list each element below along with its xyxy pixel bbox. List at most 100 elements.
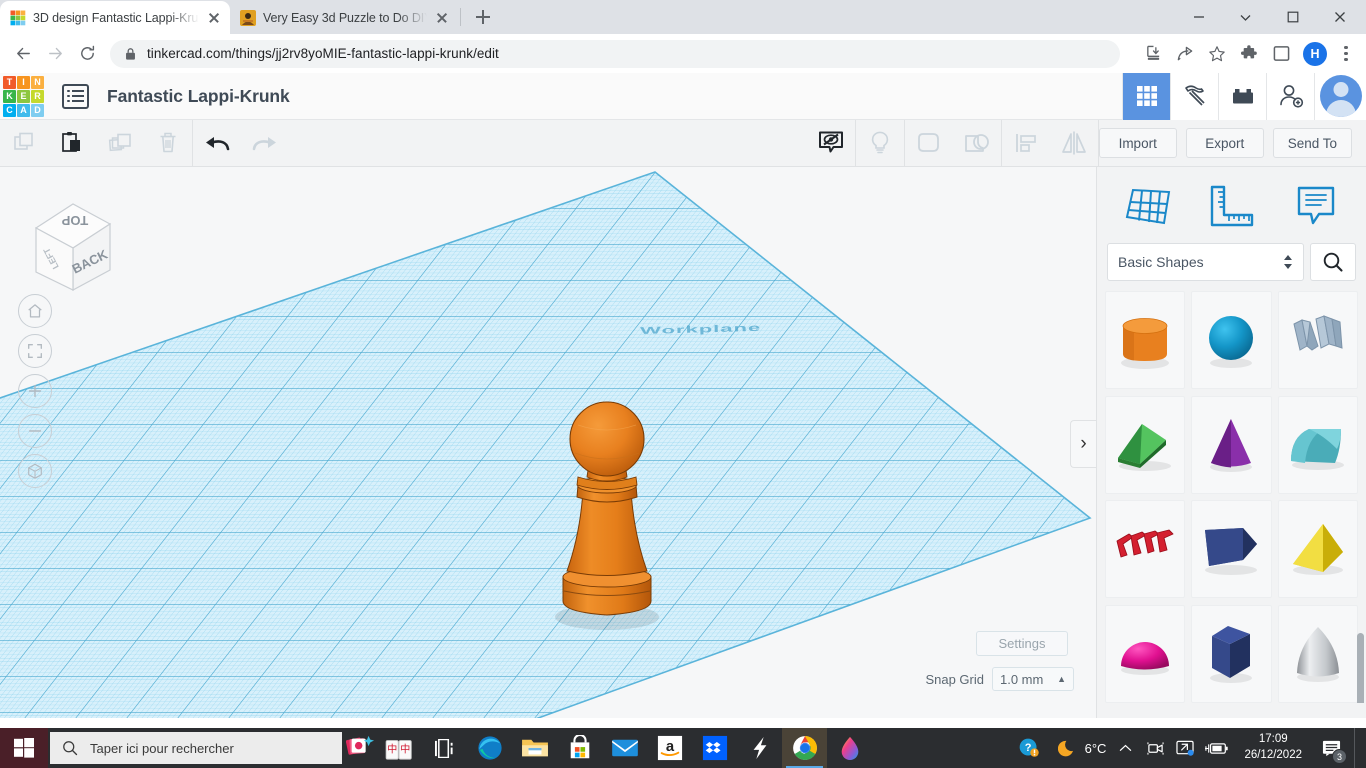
battery-charging-icon[interactable] [1204,741,1230,756]
shape-search-button[interactable] [1310,243,1356,281]
close-icon[interactable] [206,10,222,26]
screen-cast-icon[interactable] [1174,740,1196,757]
shape-paraboloid[interactable] [1277,604,1358,703]
add-person-button[interactable] [1266,72,1314,120]
bookmark-star-icon[interactable] [1202,39,1232,69]
weather-widget[interactable]: 6°C [1057,738,1106,758]
blocks-grid-button[interactable] [1122,72,1170,120]
panel-expand-button[interactable]: › [1070,420,1096,468]
show-desktop-button[interactable] [1354,728,1360,768]
webcam-icon[interactable] [1144,740,1166,757]
shape-cone[interactable] [1191,395,1272,494]
viewport-settings-button[interactable]: Settings [976,631,1068,656]
notes-tool-button[interactable] [1286,175,1346,235]
lego-brick-button[interactable] [1218,72,1266,120]
shape-text[interactable] [1105,500,1186,598]
taskbar-app-file-explorer[interactable] [512,728,557,768]
window-close-icon[interactable] [1317,0,1362,34]
start-button[interactable] [0,728,48,768]
zoom-out-button[interactable] [18,414,52,448]
project-list-icon[interactable] [62,83,89,109]
task-view-button[interactable] [422,728,467,768]
taskbar-clock[interactable]: 17:09 26/12/2022 [1238,732,1308,763]
workplane[interactable] [0,167,1096,718]
shape-scribble[interactable] [1277,291,1358,389]
paste-button[interactable] [48,120,96,167]
photos-widget-icon[interactable] [342,728,380,768]
tinkercad-toolbar: Import Export Send To [0,119,1366,167]
copy-button[interactable] [0,120,48,167]
workplane-tool-button[interactable] [1117,175,1177,235]
mirror-button[interactable] [1050,120,1098,167]
tray-overflow-button[interactable] [1114,742,1136,755]
minecraft-pickaxe-button[interactable] [1170,72,1218,120]
group-button[interactable] [905,120,953,167]
chevron-down-icon[interactable] [1223,0,1268,34]
home-view-button[interactable] [18,294,52,328]
undo-button[interactable] [193,120,241,167]
browser-menu-icon[interactable] [1334,42,1358,66]
taskbar-app-lightning[interactable] [737,728,782,768]
ruler-tool-button[interactable] [1201,175,1261,235]
taskbar-app-dropbox[interactable] [692,728,737,768]
fit-to-view-button[interactable] [18,334,52,368]
shape-library-select[interactable]: Basic Shapes [1107,243,1304,281]
tinkercad-logo-icon[interactable]: T I N K E R C A D [3,75,44,117]
sidepanel-icon[interactable] [1266,39,1296,69]
delete-button[interactable] [144,120,192,167]
taskbar-app-mail[interactable] [602,728,647,768]
ungroup-button[interactable] [953,120,1001,167]
shapes-scrollbar[interactable] [1357,633,1364,703]
help-question-icon[interactable]: ? [1014,733,1044,763]
taskbar-app-microsoft-store[interactable] [557,728,602,768]
taskbar-app-paint3d[interactable] [827,728,872,768]
export-button[interactable]: Export [1185,128,1264,158]
close-icon[interactable] [434,10,450,26]
logo-tile-n: N [31,75,44,89]
shape-box-arrow[interactable] [1191,500,1272,598]
notification-count-badge: 3 [1332,749,1347,764]
profile-avatar[interactable]: H [1303,41,1327,66]
taskbar-search-box[interactable]: Taper ici pour rechercher [50,732,342,764]
address-bar[interactable]: tinkercad.com/things/jj2rv8yoMIE-fantast… [110,39,1120,68]
maximize-icon[interactable] [1270,0,1315,34]
screen: 3D design Fantastic Lappi-Krunk Very Eas… [0,0,1366,768]
toggle-perspective-button[interactable] [18,454,52,488]
shape-half-sphere[interactable] [1105,604,1186,703]
back-arrow-icon[interactable] [8,39,38,69]
extensions-puzzle-icon[interactable] [1234,39,1264,69]
shape-cylinder[interactable] [1105,291,1186,389]
light-button[interactable] [856,120,904,167]
taskbar-app-edge[interactable] [467,728,512,768]
shape-pyramid[interactable] [1277,500,1358,598]
user-avatar[interactable] [1314,72,1366,120]
reload-icon[interactable] [72,39,102,69]
mahjong-widget-icon[interactable]: 中 中 [380,728,422,768]
duplicate-button[interactable] [96,120,144,167]
shape-wedge[interactable] [1105,395,1186,494]
zoom-in-button[interactable] [18,374,52,408]
view-cube[interactable]: TOP BACK LEFT [18,190,113,295]
hide-button[interactable] [807,120,855,167]
svg-text:中: 中 [387,743,397,756]
redo-button[interactable] [241,120,289,167]
3d-viewport[interactable]: Workplane TOP BACK LEFT › Settings Snap … [0,167,1096,718]
shape-sphere[interactable] [1191,291,1272,389]
import-button[interactable]: Import [1098,128,1177,158]
snap-grid-dropdown[interactable]: 1.0 mm ▲ [992,667,1074,691]
install-icon[interactable] [1138,39,1168,69]
browser-tab-active[interactable]: 3D design Fantastic Lappi-Krunk [0,1,230,34]
taskbar-app-amazon[interactable]: a [647,728,692,768]
shape-roof[interactable] [1277,395,1358,494]
minimize-icon[interactable] [1176,0,1221,34]
align-button[interactable] [1002,120,1050,167]
share-icon[interactable] [1170,39,1200,69]
forward-arrow-icon[interactable] [40,39,70,69]
taskbar-app-chrome[interactable] [782,728,827,768]
shape-hexagonal-prism[interactable] [1191,604,1272,703]
new-tab-button[interactable] [469,3,497,31]
notification-center-button[interactable]: 3 [1316,733,1347,764]
browser-tab-inactive[interactable]: Very Easy 3d Puzzle to Do DIY Bu [230,1,458,34]
send-to-button[interactable]: Send To [1272,128,1352,158]
window-controls [1176,0,1366,34]
